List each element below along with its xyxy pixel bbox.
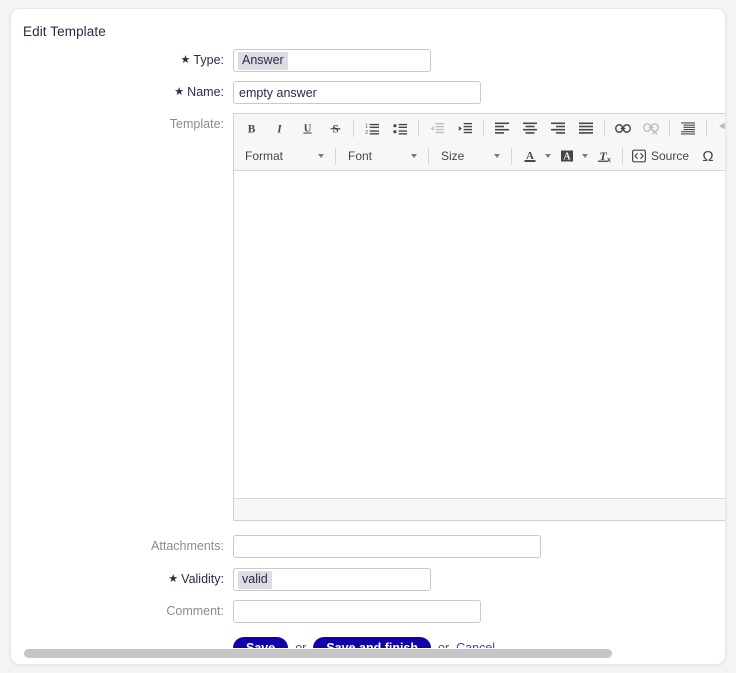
type-label: ★ Type: <box>180 53 224 67</box>
editor-toolbar: B I U S <box>234 114 725 171</box>
validity-select[interactable]: valid <box>233 568 431 591</box>
horizontal-scrollbar[interactable] <box>16 648 720 659</box>
horizontal-scrollbar-thumb[interactable] <box>24 649 612 658</box>
rich-text-editor: B I U S <box>233 113 725 521</box>
toolbar-separator <box>669 119 670 137</box>
type-field-wrap: Answer <box>233 49 431 72</box>
remove-format-icon[interactable]: T x <box>592 145 616 167</box>
underline-icon[interactable]: U <box>295 117 319 139</box>
chevron-down-icon <box>411 154 417 158</box>
svg-text:2: 2 <box>365 130 368 135</box>
toolbar-separator <box>604 119 605 137</box>
form-row-type: ★ Type: Answer <box>11 49 725 73</box>
size-dropdown-label: Size <box>441 149 465 163</box>
name-label: ★ Name: <box>174 85 224 99</box>
attachments-input[interactable] <box>233 535 541 558</box>
chevron-down-icon <box>318 154 324 158</box>
form-row-comment: Comment: <box>11 600 725 623</box>
template-label: Template: <box>169 117 224 131</box>
toolbar-separator <box>483 119 484 137</box>
validity-label: ★ Validity: <box>168 572 224 586</box>
name-field-wrap <box>233 81 481 104</box>
required-star-icon: ★ <box>180 54 191 66</box>
form-row-attachments: Attachments: <box>11 535 725 558</box>
template-field-wrap: B I U S <box>233 113 725 521</box>
validity-selected-value: valid <box>238 570 272 589</box>
page-title: Edit Template <box>23 24 106 39</box>
svg-text:x: x <box>607 157 611 163</box>
required-star-icon: ★ <box>168 573 179 585</box>
unlink-icon[interactable] <box>639 117 663 139</box>
blockquote-icon[interactable] <box>676 117 700 139</box>
form-row-validity: ★ Validity: valid <box>11 568 725 592</box>
omega-glyph: Ω <box>702 147 714 165</box>
special-character-icon[interactable]: Ω <box>696 145 720 167</box>
form-row-name: ★ Name: <box>11 81 725 105</box>
toolbar-separator <box>335 147 336 165</box>
validity-field-wrap: valid <box>233 568 431 591</box>
toolbar-separator <box>353 119 354 137</box>
edit-template-panel: Edit Template ★ Type: Answer ★ Name: emp… <box>10 8 726 665</box>
comment-label: Comment: <box>166 604 224 618</box>
smiley-icon[interactable] <box>724 145 725 167</box>
font-dropdown-label: Font <box>348 149 373 163</box>
numbered-list-icon[interactable]: 1 2 <box>360 117 384 139</box>
link-icon[interactable] <box>611 117 635 139</box>
font-dropdown[interactable]: Font <box>341 145 423 167</box>
form-row-template: Template: B I U 1 2 Format Font Size A A… <box>11 113 725 521</box>
type-select[interactable]: Answer <box>233 49 431 72</box>
editor-content-area[interactable] <box>234 171 725 498</box>
chevron-down-icon <box>494 154 500 158</box>
align-center-icon[interactable] <box>518 117 542 139</box>
align-justify-icon[interactable] <box>574 117 598 139</box>
source-button[interactable]: Source <box>627 145 694 167</box>
screen: Edit Template ★ Type: Answer ★ Name: emp… <box>0 0 736 673</box>
name-input[interactable] <box>233 81 481 104</box>
chevron-down-icon[interactable] <box>582 154 588 158</box>
italic-icon[interactable]: I <box>267 117 291 139</box>
format-dropdown-label: Format <box>245 149 284 163</box>
align-left-icon[interactable] <box>490 117 514 139</box>
strikethrough-icon[interactable]: S <box>323 117 347 139</box>
bulleted-list-icon[interactable] <box>388 117 412 139</box>
decrease-indent-icon[interactable] <box>425 117 449 139</box>
type-selected-value: Answer <box>238 51 288 70</box>
svg-text:A: A <box>563 152 571 163</box>
toolbar-separator <box>622 147 623 165</box>
toolbar-separator <box>706 119 707 137</box>
comment-input[interactable] <box>233 600 481 623</box>
background-color-icon[interactable]: A <box>555 145 579 167</box>
bold-icon[interactable]: B <box>239 117 263 139</box>
toolbar-separator <box>428 147 429 165</box>
source-code-icon <box>632 149 646 163</box>
required-star-icon: ★ <box>174 86 185 98</box>
text-color-icon[interactable]: A <box>518 145 542 167</box>
size-dropdown[interactable]: Size <box>434 145 506 167</box>
toolbar-separator <box>418 119 419 137</box>
svg-text:B: B <box>247 123 255 134</box>
align-right-icon[interactable] <box>546 117 570 139</box>
attachments-label: Attachments: <box>151 539 224 553</box>
svg-text:I: I <box>276 123 282 134</box>
undo-icon[interactable] <box>713 117 725 139</box>
editor-status-bar <box>234 498 725 520</box>
template-form: ★Type: Answer ★Name: Template: <box>11 49 725 664</box>
chevron-down-icon[interactable] <box>545 154 551 158</box>
source-button-label: Source <box>651 149 690 163</box>
comment-field-wrap <box>233 600 481 623</box>
editor-toolbar-row-2: Format Font Size A A T x Source Ω <box>234 142 725 170</box>
attachments-field-wrap <box>233 535 541 558</box>
editor-toolbar-row-1: B I U S <box>234 114 725 142</box>
toolbar-separator <box>511 147 512 165</box>
increase-indent-icon[interactable] <box>453 117 477 139</box>
svg-text:1: 1 <box>365 123 368 129</box>
format-dropdown[interactable]: Format <box>238 145 330 167</box>
